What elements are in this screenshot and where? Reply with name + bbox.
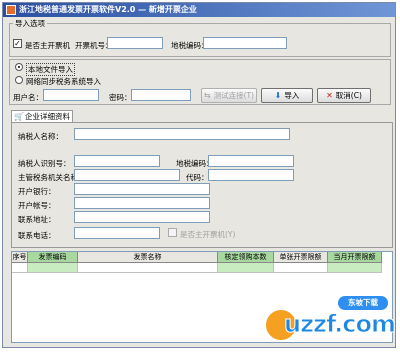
local-file-label: 本地文件导入: [26, 63, 75, 76]
watermark-badge: 东坡下载: [338, 296, 388, 310]
grid-header-approved-books[interactable]: 核定领购本数: [218, 252, 274, 263]
phone-input[interactable]: [74, 227, 160, 239]
password-label: 密码：: [109, 93, 132, 102]
grid-header-invoice-code[interactable]: 发票编码: [28, 252, 78, 263]
phone-label: 联系电话：: [18, 231, 56, 240]
tab-company-details-label: 企业详细资料: [25, 112, 70, 121]
import-label: 导入: [284, 91, 300, 100]
username-label: 用户名：: [13, 93, 43, 102]
region-code-input[interactable]: [203, 37, 287, 49]
app-icon: [6, 5, 16, 15]
watermark-badge-text: 东坡下载: [348, 298, 378, 307]
local-file-radio[interactable]: [15, 63, 23, 71]
tax-authority-input[interactable]: [74, 169, 180, 181]
invoicer-no-input[interactable]: [107, 37, 163, 49]
title-bar[interactable]: 浙江地税普通发票开票软件V2.0 — 新增开票企业: [3, 3, 395, 17]
grid-header-single-limit[interactable]: 单张开票限额: [274, 252, 328, 263]
watermark: 东坡下载 uzzf.com: [264, 296, 397, 348]
grid-header-invoice-name[interactable]: 发票名称: [78, 252, 218, 263]
company-region-code-input[interactable]: [208, 155, 294, 167]
main-invoicer-disabled-checkbox[interactable]: [168, 228, 177, 237]
cancel-icon: ✕: [326, 91, 333, 100]
main-invoicer-disabled-label: 是否主开票机(Y): [180, 230, 236, 239]
address-input[interactable]: [74, 211, 210, 223]
bank-label: 开户银行：: [18, 187, 56, 196]
account-label: 开户帐号：: [18, 201, 56, 210]
grid-cell-single-limit[interactable]: [274, 263, 328, 273]
connection-icon: ⇆: [203, 91, 211, 100]
grid-cell-invoice-code[interactable]: [28, 263, 78, 273]
code-input[interactable]: [208, 169, 294, 181]
account-input[interactable]: [74, 197, 210, 209]
grid-header-seq[interactable]: 序号: [12, 252, 28, 263]
grid-cell-seq[interactable]: [12, 263, 28, 273]
username-input[interactable]: [43, 89, 99, 101]
grid-header-monthly-limit[interactable]: 当月开票限额: [328, 252, 382, 263]
table-row[interactable]: [12, 263, 382, 273]
network-import-radio[interactable]: [15, 76, 23, 84]
cancel-label: 取消(C): [335, 91, 362, 100]
import-options-title: 导入选项: [13, 18, 47, 29]
watermark-brand: uzzf.com: [284, 310, 397, 339]
company-details-panel: 纳税人名称： 纳税人识别号： 地税编码： 主管税务机关名称： 代码： 开户银行：…: [11, 122, 393, 248]
grid-header: 序号 发票编码 发票名称 核定领购本数 单张开票限额 当月开票限额: [12, 252, 382, 263]
code-label: 代码：: [186, 173, 209, 182]
test-connection-label: 测试连接(T): [213, 91, 255, 100]
taxpayer-id-input[interactable]: [74, 155, 160, 167]
cancel-button[interactable]: ✕ 取消(C): [317, 88, 371, 103]
is-main-invoicer-label: 是否主开票机: [25, 41, 70, 50]
grid-cell-monthly-limit[interactable]: [328, 263, 382, 273]
grid-cell-approved-books[interactable]: [218, 263, 274, 273]
taxpayer-name-label: 纳税人名称：: [18, 132, 63, 141]
test-connection-button[interactable]: ⇆ 测试连接(T): [201, 88, 257, 103]
network-import-label: 网络同步税务系统导入: [26, 77, 101, 86]
import-button[interactable]: ⬇ 导入: [261, 88, 313, 103]
taxpayer-id-label: 纳税人识别号：: [18, 159, 71, 168]
taxpayer-name-input[interactable]: [74, 128, 290, 140]
is-main-invoicer-checkbox[interactable]: ✓: [13, 39, 22, 48]
bank-input[interactable]: [74, 183, 210, 195]
import-icon: ⬇: [274, 91, 282, 100]
grid-cell-invoice-name[interactable]: [78, 263, 218, 273]
address-label: 联系地址：: [18, 215, 56, 224]
password-input[interactable]: [131, 89, 191, 101]
window-title: 浙江地税普通发票开票软件V2.0 — 新增开票企业: [19, 5, 197, 14]
